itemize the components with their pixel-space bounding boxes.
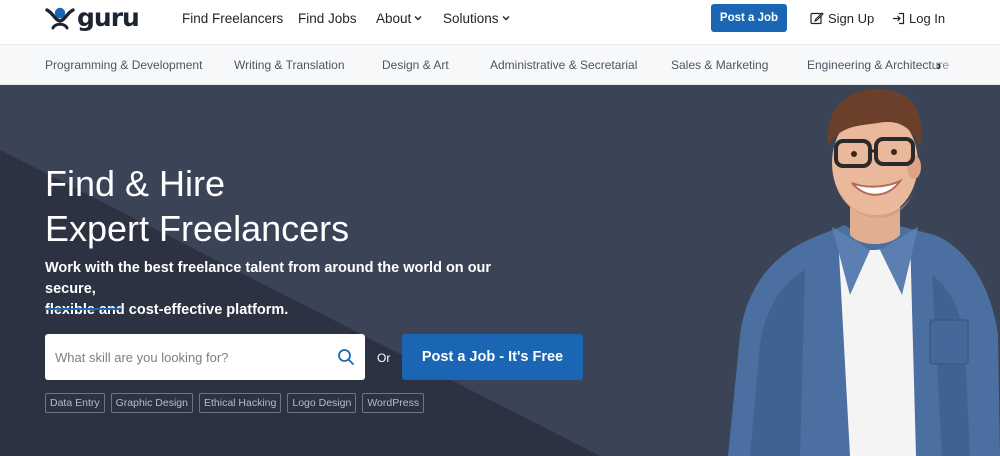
post-a-job-button[interactable]: Post a Job	[711, 4, 787, 32]
hero-title: Find & Hire Expert Freelancers	[45, 161, 349, 251]
sign-up-label: Sign Up	[828, 10, 875, 26]
category-sales-marketing[interactable]: Sales & Marketing	[671, 45, 768, 84]
log-in-link[interactable]: Log In	[892, 0, 945, 36]
chevron-down-icon	[502, 16, 510, 21]
sign-up-link[interactable]: Sign Up	[810, 0, 874, 36]
tag-data-entry[interactable]: Data Entry	[45, 393, 105, 413]
search-icon[interactable]	[337, 348, 355, 366]
tag-graphic-design[interactable]: Graphic Design	[110, 393, 193, 413]
category-administrative-secretarial[interactable]: Administrative & Secretarial	[490, 45, 637, 84]
nav-find-jobs[interactable]: Find Jobs	[298, 0, 357, 36]
nav-solutions-label: Solutions	[443, 10, 499, 26]
tag-logo-design[interactable]: Logo Design	[287, 393, 357, 413]
nav-about-link[interactable]: About	[376, 11, 422, 26]
guru-logo-icon	[45, 7, 75, 30]
category-programming-development[interactable]: Programming & Development	[45, 45, 202, 84]
top-navigation: guru Find Freelancers Find Jobs About So…	[0, 0, 1000, 44]
hero-title-line-2: Expert Freelancers	[45, 208, 350, 249]
hero-section: Find & Hire Expert Freelancers Work with…	[0, 85, 1000, 456]
nav-find-freelancers[interactable]: Find Freelancers	[182, 0, 283, 36]
chevron-down-icon	[414, 16, 422, 21]
nav-about-label: About	[376, 10, 412, 26]
login-icon	[893, 12, 905, 24]
popular-skill-tags: Data Entry Graphic Design Ethical Hackin…	[45, 393, 425, 413]
nav-about[interactable]: About	[376, 0, 422, 36]
nav-solutions-link[interactable]: Solutions	[443, 11, 510, 26]
chevron-right-icon[interactable]: ›	[932, 45, 946, 84]
skill-search-input[interactable]	[55, 349, 315, 365]
edit-icon	[810, 12, 824, 25]
guru-logo[interactable]: guru	[45, 3, 140, 32]
or-label: Or	[377, 351, 391, 365]
category-writing-translation[interactable]: Writing & Translation	[234, 45, 345, 84]
hero-title-line-1: Find & Hire	[45, 163, 226, 204]
category-design-art[interactable]: Design & Art	[382, 45, 449, 84]
hero-divider	[45, 308, 122, 310]
hero-freelancer-image	[728, 88, 1000, 456]
category-engineering-architecture[interactable]: Engineering & Architecture	[807, 45, 949, 84]
hero-subtitle: Work with the best freelance talent from…	[45, 258, 515, 321]
skill-search-box[interactable]	[45, 334, 365, 380]
nav-solutions[interactable]: Solutions	[443, 0, 510, 36]
tag-ethical-hacking[interactable]: Ethical Hacking	[198, 393, 282, 413]
nav-find-jobs-label[interactable]: Find Jobs	[298, 11, 357, 26]
category-bar: Programming & Development Writing & Tran…	[0, 44, 1000, 85]
hero-subtitle-line-2: flexible and cost-effective platform.	[45, 302, 289, 318]
log-in-label: Log In	[909, 10, 946, 26]
nav-find-freelancers-label[interactable]: Find Freelancers	[182, 11, 283, 26]
hero-subtitle-line-1: Work with the best freelance talent from…	[45, 260, 492, 297]
logo-text: guru	[77, 3, 140, 32]
post-a-job-free-button[interactable]: Post a Job - It's Free	[402, 334, 583, 380]
tag-wordpress[interactable]: WordPress	[362, 393, 425, 413]
